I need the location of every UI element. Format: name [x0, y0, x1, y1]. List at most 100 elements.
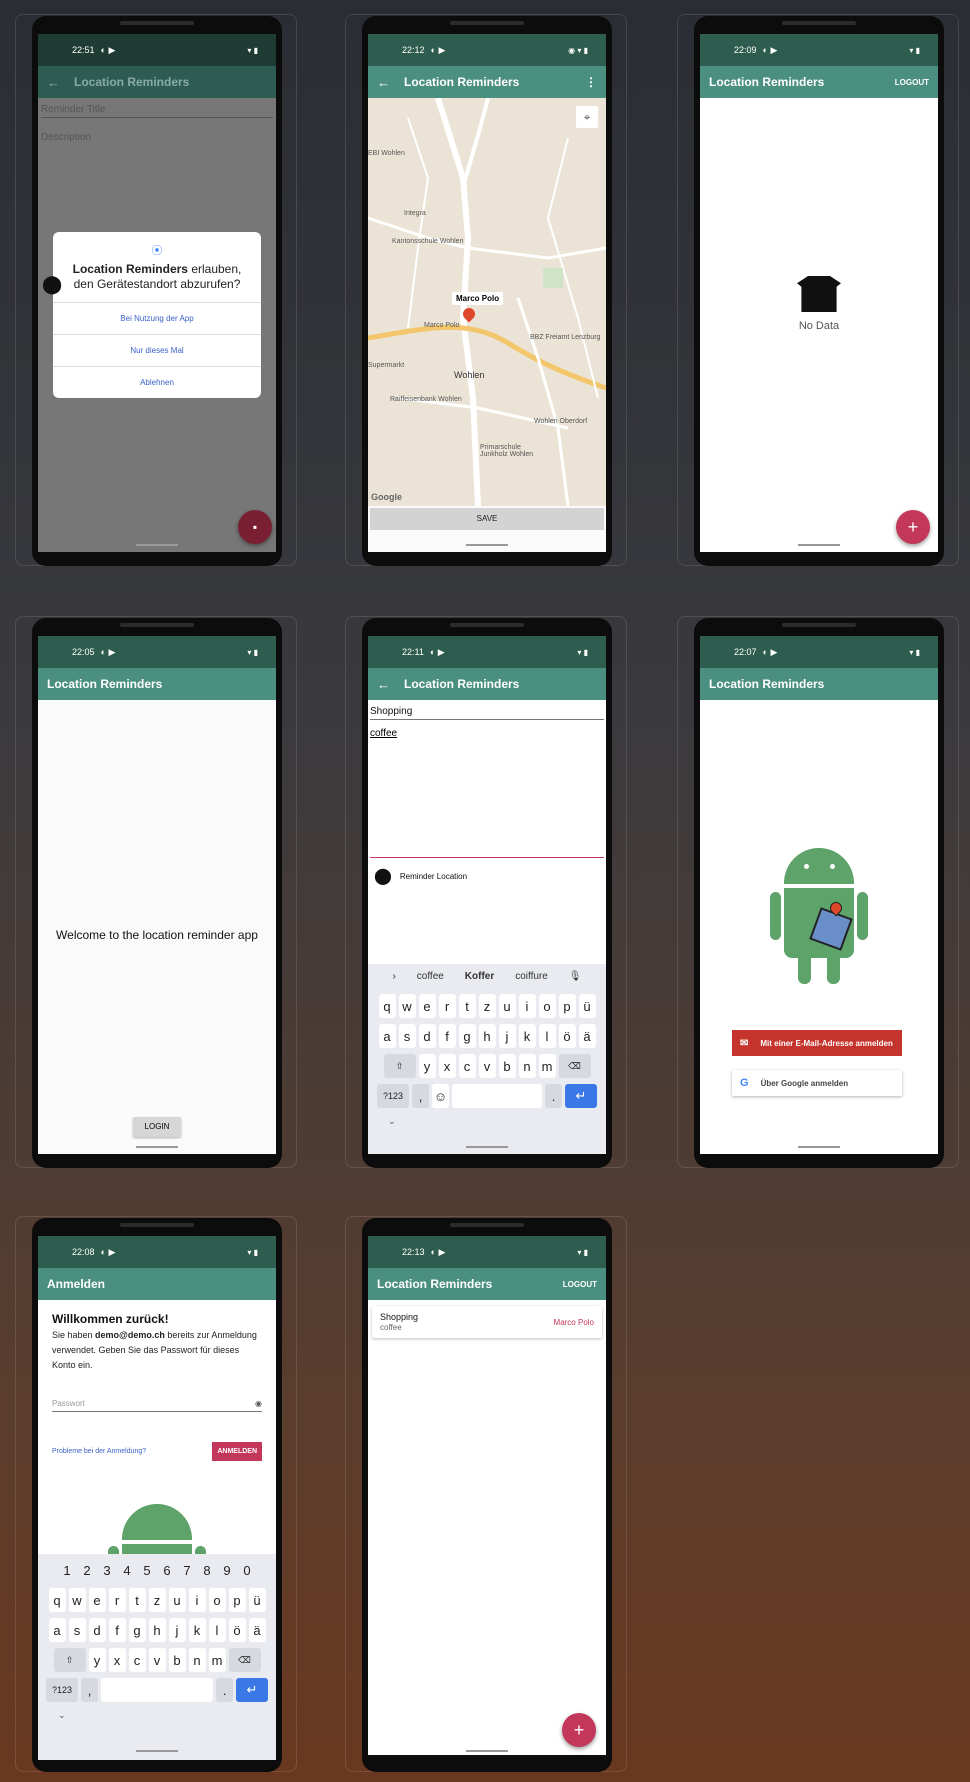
key[interactable]: m — [208, 1648, 226, 1672]
key[interactable]: d — [418, 1024, 436, 1048]
key[interactable]: x — [108, 1648, 126, 1672]
password-input[interactable]: Passwort ◉ — [52, 1399, 262, 1412]
key[interactable]: x — [438, 1054, 456, 1078]
space-key[interactable] — [452, 1084, 542, 1108]
back-arrow-icon[interactable]: ← — [47, 75, 60, 90]
microphone-icon[interactable]: 🎙 — [569, 971, 582, 982]
google-signin-button[interactable]: G Über Google anmelden — [732, 1070, 902, 1096]
enter-key-icon[interactable]: ↵ — [236, 1678, 268, 1702]
key[interactable]: ü — [578, 994, 596, 1018]
key[interactable]: w — [398, 994, 416, 1018]
trouble-signing-in-link[interactable]: Probleme bei der Anmeldung? — [52, 1448, 146, 1455]
key[interactable]: h — [478, 1024, 496, 1048]
key[interactable]: 2 — [79, 1558, 96, 1582]
key[interactable]: n — [518, 1054, 536, 1078]
key[interactable]: y — [418, 1054, 436, 1078]
reminder-location-row[interactable]: ⬤ Reminder Location — [374, 866, 600, 886]
key[interactable]: 9 — [219, 1558, 236, 1582]
key[interactable]: p — [558, 994, 576, 1018]
key[interactable]: 1 — [59, 1558, 76, 1582]
key[interactable]: z — [148, 1588, 166, 1612]
reminder-title-input[interactable]: Shopping — [370, 706, 604, 720]
key[interactable]: 5 — [139, 1558, 156, 1582]
visibility-eye-icon[interactable]: ◉ — [255, 1399, 262, 1408]
key[interactable]: s — [398, 1024, 416, 1048]
key[interactable]: ä — [248, 1618, 266, 1642]
key[interactable]: g — [128, 1618, 146, 1642]
reminder-title-field[interactable]: Reminder Title — [41, 104, 273, 118]
key[interactable]: g — [458, 1024, 476, 1048]
key[interactable]: t — [458, 994, 476, 1018]
comma-key[interactable]: , — [81, 1678, 98, 1702]
reminder-description-input[interactable]: coffee — [370, 728, 604, 858]
key[interactable]: ü — [248, 1588, 266, 1612]
key[interactable]: f — [108, 1618, 126, 1642]
key[interactable]: z — [478, 994, 496, 1018]
key[interactable]: e — [418, 994, 436, 1018]
suggestion[interactable]: coiffure — [515, 971, 548, 982]
key[interactable]: a — [378, 1024, 396, 1048]
key[interactable]: ä — [578, 1024, 596, 1048]
key[interactable]: 7 — [179, 1558, 196, 1582]
key[interactable]: y — [88, 1648, 106, 1672]
key[interactable]: j — [498, 1024, 516, 1048]
signin-button[interactable]: ANMELDEN — [212, 1442, 262, 1461]
backspace-key-icon[interactable]: ⌫ — [558, 1054, 591, 1078]
key[interactable]: l — [538, 1024, 556, 1048]
key[interactable]: q — [378, 994, 396, 1018]
key[interactable]: c — [458, 1054, 476, 1078]
key[interactable]: b — [498, 1054, 516, 1078]
key[interactable]: s — [68, 1618, 86, 1642]
key[interactable]: q — [48, 1588, 66, 1612]
add-reminder-fab[interactable]: + — [562, 1713, 596, 1747]
key[interactable]: k — [188, 1618, 206, 1642]
suggestion[interactable]: Koffer — [465, 971, 494, 982]
key[interactable]: 3 — [99, 1558, 116, 1582]
key[interactable]: ö — [228, 1618, 246, 1642]
description-field[interactable]: Description — [41, 132, 273, 143]
key[interactable]: 8 — [199, 1558, 216, 1582]
email-signin-button[interactable]: ✉ Mit einer E-Mail-Adresse anmelden — [732, 1030, 902, 1056]
key[interactable]: a — [48, 1618, 66, 1642]
back-arrow-icon[interactable]: ← — [377, 677, 390, 692]
login-button[interactable]: LOGIN — [133, 1117, 181, 1137]
more-menu-icon[interactable]: ⋮ — [585, 75, 597, 89]
key[interactable]: b — [168, 1648, 186, 1672]
hide-keyboard-icon[interactable]: ⌄ — [388, 1116, 606, 1127]
save-button[interactable]: SAVE — [370, 508, 604, 530]
my-location-button[interactable]: ⌖ — [576, 106, 598, 128]
key[interactable]: o — [538, 994, 556, 1018]
backspace-key-icon[interactable]: ⌫ — [228, 1648, 261, 1672]
key[interactable]: j — [168, 1618, 186, 1642]
key[interactable]: m — [538, 1054, 556, 1078]
comma-key[interactable]: , — [412, 1084, 429, 1108]
expand-icon[interactable]: › — [392, 971, 395, 982]
period-key[interactable]: . — [545, 1084, 562, 1108]
key[interactable]: 0 — [239, 1558, 256, 1582]
key[interactable]: k — [518, 1024, 536, 1048]
key[interactable]: i — [518, 994, 536, 1018]
key[interactable]: v — [148, 1648, 166, 1672]
key[interactable]: l — [208, 1618, 226, 1642]
key[interactable]: h — [148, 1618, 166, 1642]
key[interactable]: c — [128, 1648, 146, 1672]
space-key[interactable] — [101, 1678, 213, 1702]
key[interactable]: n — [188, 1648, 206, 1672]
key[interactable]: i — [188, 1588, 206, 1612]
key[interactable]: f — [438, 1024, 456, 1048]
deny-button[interactable]: Ablehnen — [53, 366, 261, 398]
suggestion[interactable]: coffee — [417, 971, 444, 982]
reminder-list-item[interactable]: Shopping coffee Marco Polo — [372, 1306, 602, 1338]
period-key[interactable]: . — [216, 1678, 233, 1702]
key[interactable]: e — [88, 1588, 106, 1612]
symbols-key[interactable]: ?123 — [377, 1084, 409, 1108]
only-this-time-button[interactable]: Nur dieses Mal — [53, 334, 261, 366]
key[interactable]: p — [228, 1588, 246, 1612]
key[interactable]: d — [88, 1618, 106, 1642]
emoji-key-icon[interactable]: ☺ — [432, 1084, 449, 1108]
key[interactable]: 4 — [119, 1558, 136, 1582]
key[interactable]: o — [208, 1588, 226, 1612]
key[interactable]: u — [168, 1588, 186, 1612]
key[interactable]: r — [438, 994, 456, 1018]
key[interactable]: r — [108, 1588, 126, 1612]
